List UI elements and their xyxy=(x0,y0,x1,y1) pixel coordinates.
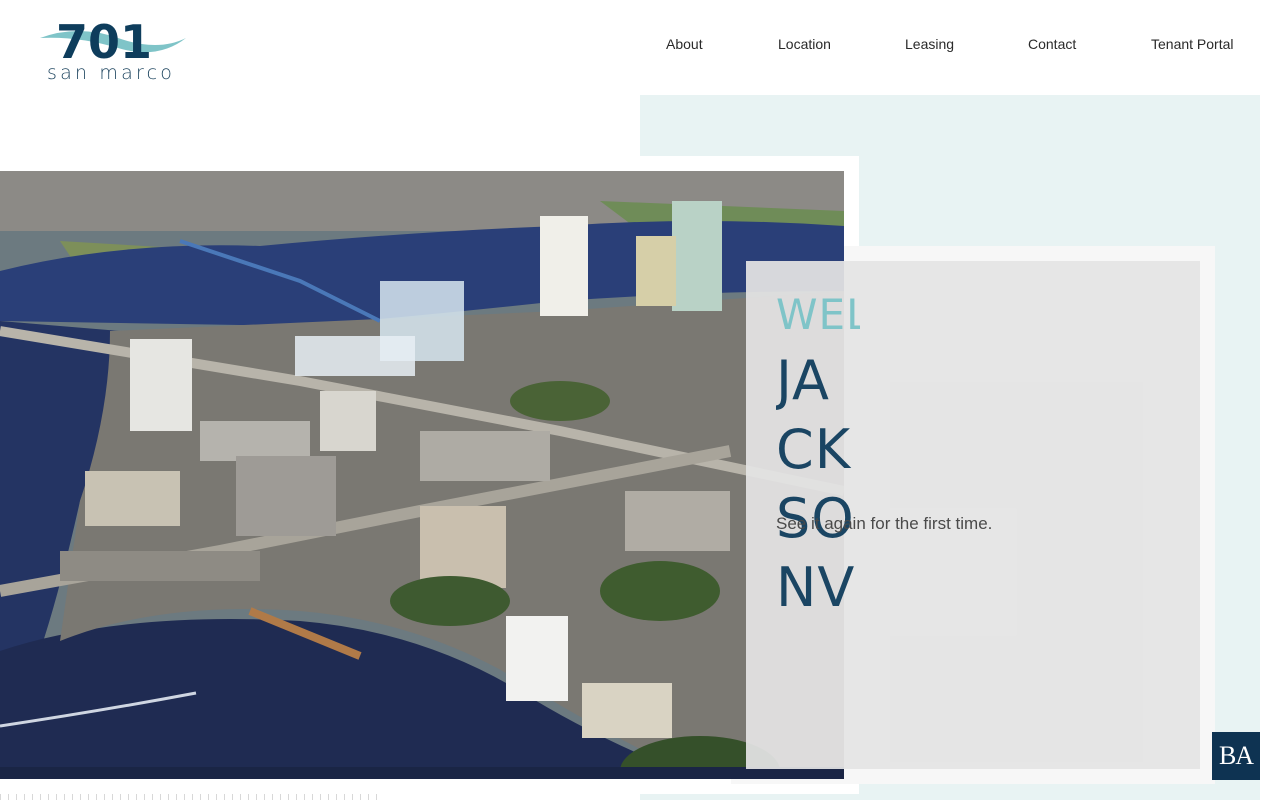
ba-badge-logo[interactable]: BA xyxy=(1212,732,1260,780)
welcome-heading: WELCOME TO xyxy=(776,290,860,339)
nav-contact[interactable]: Contact xyxy=(1028,36,1076,52)
tagline-text: See it again for the first time. xyxy=(776,514,993,533)
nav-location[interactable]: Location xyxy=(778,36,831,52)
main-nav: About Location Leasing Contact Tenant Po… xyxy=(0,36,1280,56)
headline: WELCOME TO JACKSONVILLE xyxy=(776,290,860,630)
city-heading: JACKSONVILLE xyxy=(776,349,856,630)
logo-name: san marco xyxy=(47,62,176,84)
nav-about[interactable]: About xyxy=(666,36,703,52)
divider-dots xyxy=(0,794,380,800)
aerial-city-photo xyxy=(0,171,844,779)
nav-tenant-portal[interactable]: Tenant Portal xyxy=(1151,36,1234,52)
nav-leasing[interactable]: Leasing xyxy=(905,36,954,52)
